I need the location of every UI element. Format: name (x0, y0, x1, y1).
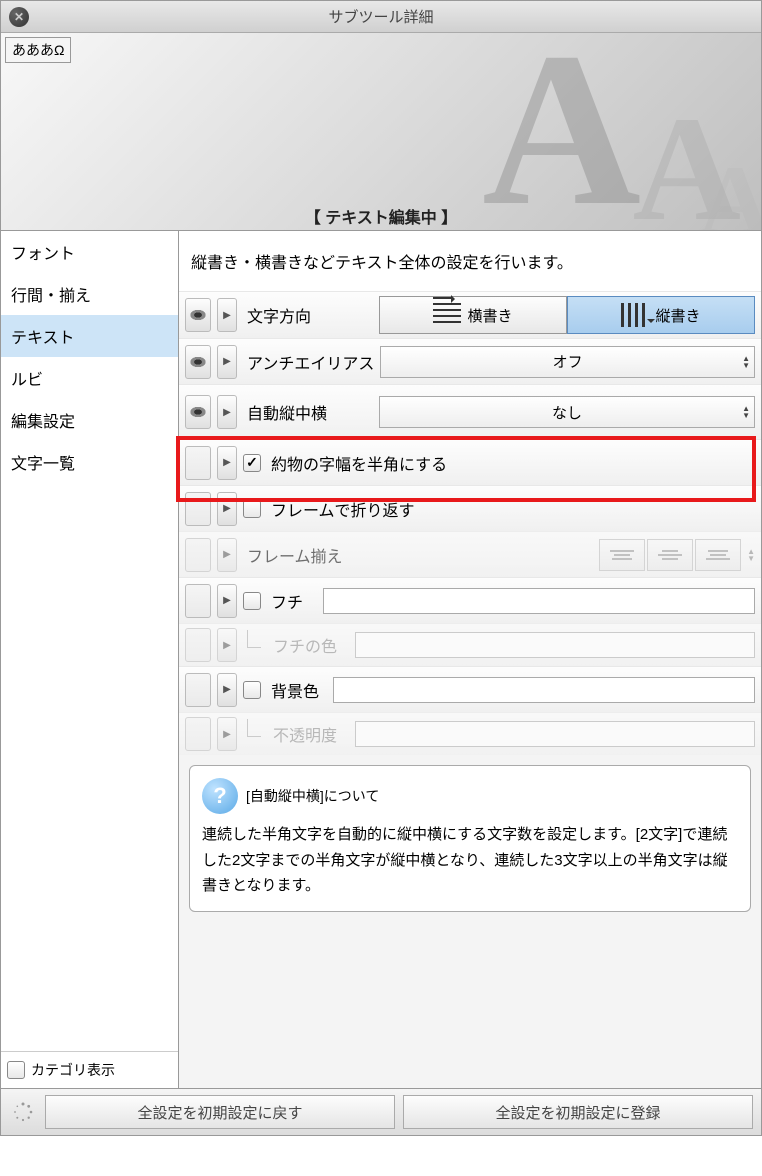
visibility-toggle[interactable] (185, 492, 211, 526)
tree-connector-icon (247, 719, 261, 737)
eye-icon (189, 356, 207, 368)
expand-toggle[interactable]: ▶ (217, 298, 237, 332)
half-punct-checkbox[interactable] (243, 454, 261, 472)
visibility-toggle[interactable] (185, 446, 211, 480)
tree-connector-icon (247, 630, 261, 648)
edge-color-field[interactable] (355, 632, 755, 658)
spinner-icon: ▲▼ (742, 355, 750, 369)
antialias-value: オフ (553, 351, 583, 372)
auto-tcy-dropdown[interactable]: なし ▲▼ (379, 396, 755, 428)
eye-icon (189, 406, 207, 418)
row-label: 背景色 (267, 678, 327, 702)
row-direction: ▶ 文字方向 横書き 縦書き (179, 291, 761, 338)
spinner-icon: ▲▼ (747, 548, 755, 562)
expand-toggle[interactable]: ▶ (217, 538, 237, 572)
sidebar-item-text[interactable]: テキスト (1, 315, 178, 357)
row-edge-color: ▶ フチの色 (179, 623, 761, 666)
reset-spinner-icon (9, 1098, 37, 1126)
sidebar-item-ruby[interactable]: ルビ (1, 357, 178, 399)
sample-text-badge[interactable]: あああΩ (5, 37, 71, 63)
help-title: [自動縦中横]について (246, 786, 379, 806)
visibility-toggle[interactable] (185, 584, 211, 618)
category-show-label: カテゴリ表示 (31, 1060, 115, 1080)
row-label: 自動縦中横 (243, 400, 373, 424)
expand-toggle[interactable]: ▶ (217, 446, 237, 480)
help-icon: ? (202, 778, 238, 814)
row-half-punct: ▶ 約物の字幅を半角にする (179, 439, 761, 485)
row-auto-tcy: ▶ 自動縦中横 なし ▲▼ (179, 384, 761, 439)
row-frame-align: ▶ フレーム揃え ▲▼ (179, 531, 761, 577)
frame-wrap-checkbox[interactable] (243, 500, 261, 518)
sidebar-item-line[interactable]: 行間・揃え (1, 273, 178, 315)
edge-value-field[interactable] (323, 588, 755, 614)
preview-area: あああΩ A A A 【 テキスト編集中 】 (1, 33, 761, 231)
visibility-toggle[interactable] (185, 673, 211, 707)
row-label: 文字方向 (243, 303, 373, 327)
edge-checkbox[interactable] (243, 592, 261, 610)
direction-horizontal-label: 横書き (467, 305, 512, 326)
antialias-dropdown[interactable]: オフ ▲▼ (380, 346, 755, 378)
visibility-toggle[interactable] (185, 345, 211, 379)
align-top-button[interactable] (599, 539, 645, 571)
footer: 全設定を初期設定に戻す 全設定を初期設定に登録 (1, 1089, 761, 1135)
row-opacity: ▶ 不透明度 (179, 712, 761, 755)
subtool-detail-window: ✕ サブツール詳細 あああΩ A A A 【 テキスト編集中 】 フォント 行間… (0, 0, 762, 1136)
settings-list: ▶ 文字方向 横書き 縦書き ▶ (179, 291, 761, 1088)
horizontal-lines-icon (433, 303, 461, 327)
expand-toggle[interactable]: ▶ (217, 717, 237, 751)
register-all-button[interactable]: 全設定を初期設定に登録 (403, 1095, 753, 1129)
body: フォント 行間・揃え テキスト ルビ 編集設定 文字一覧 カテゴリ表示 縦書き・… (1, 231, 761, 1089)
align-bottom-button[interactable] (695, 539, 741, 571)
row-label: フレーム揃え (243, 543, 373, 567)
help-box: ? [自動縦中横]について 連続した半角文字を自動的に縦中横にする文字数を設定し… (189, 765, 751, 912)
editing-banner: 【 テキスト編集中 】 (1, 202, 761, 230)
sidebar: フォント 行間・揃え テキスト ルビ 編集設定 文字一覧 カテゴリ表示 (1, 231, 179, 1088)
row-bg-color: ▶ 背景色 (179, 666, 761, 712)
frame-align-buttons (599, 539, 741, 571)
row-frame-wrap: ▶ フレームで折り返す (179, 485, 761, 531)
direction-toggle-group: 横書き 縦書き (379, 296, 755, 334)
bgcolor-checkbox[interactable] (243, 681, 261, 699)
row-antialias: ▶ アンチエイリアス オフ ▲▼ (179, 338, 761, 384)
reset-all-button[interactable]: 全設定を初期設定に戻す (45, 1095, 395, 1129)
direction-vertical-label: 縦書き (655, 305, 700, 326)
sidebar-item-font[interactable]: フォント (1, 231, 178, 273)
row-label: フチの色 (269, 633, 349, 657)
expand-toggle[interactable]: ▶ (217, 673, 237, 707)
eye-icon (189, 309, 207, 321)
spinner-icon: ▲▼ (742, 405, 750, 419)
expand-toggle[interactable]: ▶ (217, 345, 237, 379)
expand-toggle[interactable]: ▶ (217, 584, 237, 618)
visibility-toggle[interactable] (185, 538, 211, 572)
direction-horizontal-button[interactable]: 横書き (379, 296, 567, 334)
auto-tcy-value: なし (552, 402, 582, 423)
row-edge: ▶ フチ (179, 577, 761, 623)
visibility-toggle[interactable] (185, 298, 211, 332)
visibility-toggle[interactable] (185, 717, 211, 751)
row-label: 約物の字幅を半角にする (267, 451, 447, 475)
opacity-field[interactable] (355, 721, 755, 747)
help-body: 連続した半角文字を自動的に縦中横にする文字数を設定します。[2文字]で連続した2… (202, 822, 738, 899)
category-show-checkbox[interactable] (7, 1061, 25, 1079)
visibility-toggle[interactable] (185, 395, 211, 429)
align-middle-button[interactable] (647, 539, 693, 571)
row-label: 不透明度 (269, 722, 349, 746)
expand-toggle[interactable]: ▶ (217, 628, 237, 662)
row-label: フチ (267, 589, 317, 613)
sidebar-item-editsettings[interactable]: 編集設定 (1, 399, 178, 441)
expand-toggle[interactable]: ▶ (217, 492, 237, 526)
titlebar: ✕ サブツール詳細 (1, 1, 761, 33)
bgcolor-field[interactable] (333, 677, 755, 703)
vertical-lines-icon (621, 303, 649, 327)
visibility-toggle[interactable] (185, 628, 211, 662)
main-panel: 縦書き・横書きなどテキスト全体の設定を行います。 ▶ 文字方向 横書き 縦書き (179, 231, 761, 1088)
category-show-row: カテゴリ表示 (1, 1051, 178, 1088)
expand-toggle[interactable]: ▶ (217, 395, 237, 429)
row-label: フレームで折り返す (267, 497, 415, 521)
sidebar-item-charlist[interactable]: 文字一覧 (1, 441, 178, 483)
direction-vertical-button[interactable]: 縦書き (567, 296, 755, 334)
row-label: アンチエイリアス (243, 350, 374, 374)
window-title: サブツール詳細 (1, 6, 761, 27)
panel-description: 縦書き・横書きなどテキスト全体の設定を行います。 (179, 231, 761, 291)
